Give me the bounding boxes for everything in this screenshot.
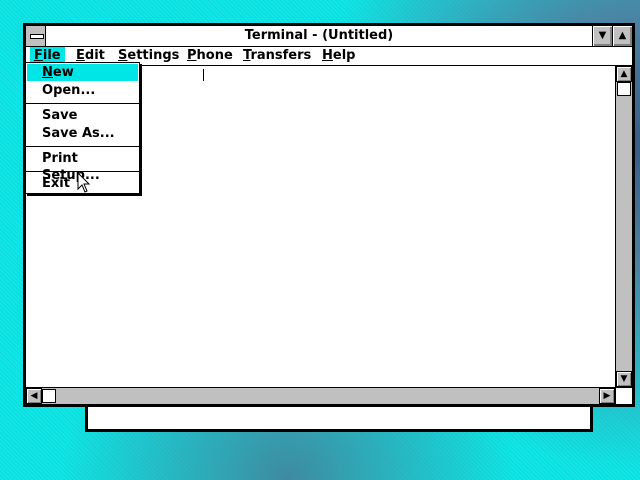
scroll-up-button[interactable]: ▲ (616, 66, 632, 82)
scrollbar-corner (615, 387, 632, 404)
vertical-scroll-thumb[interactable] (617, 82, 631, 96)
window-title: Terminal - (Untitled) (244, 28, 394, 43)
up-arrow-icon: ▲ (620, 69, 628, 79)
right-arrow-icon: ▶ (603, 391, 611, 401)
scroll-down-button[interactable]: ▼ (616, 371, 632, 387)
menu-separator (26, 103, 139, 104)
minimize-button[interactable]: ▼ (592, 26, 612, 46)
menu-phone[interactable]: Phone (183, 47, 237, 65)
scroll-right-button[interactable]: ▶ (599, 388, 615, 404)
left-arrow-icon: ◀ (30, 391, 38, 401)
down-arrow-icon: ▼ (620, 374, 628, 384)
minimize-icon: ▼ (598, 30, 607, 41)
file-menu-open[interactable]: Open... (27, 82, 138, 99)
file-menu-new[interactable]: New (27, 64, 138, 81)
title-bar[interactable]: Terminal - (Untitled) ▼ ▲ (26, 26, 632, 47)
horizontal-scroll-thumb[interactable] (42, 389, 56, 403)
menu-help[interactable]: Help (318, 47, 359, 65)
system-menu-icon (30, 34, 44, 39)
menu-separator (26, 146, 139, 147)
mouse-pointer-icon (77, 172, 91, 193)
horizontal-scrollbar[interactable]: ◀ ▶ (26, 387, 615, 404)
background-window[interactable] (85, 404, 593, 432)
file-menu-save[interactable]: Save (27, 107, 138, 124)
maximize-icon: ▲ (618, 30, 627, 41)
menu-transfers[interactable]: Transfers (239, 47, 315, 65)
file-menu-print-setup[interactable]: Print Setup... (27, 150, 138, 183)
system-menu-button[interactable] (26, 26, 46, 46)
text-caret (203, 69, 204, 81)
vertical-scrollbar[interactable]: ▲ ▼ (615, 66, 632, 387)
scroll-left-button[interactable]: ◀ (26, 388, 42, 404)
maximize-button[interactable]: ▲ (612, 26, 632, 46)
file-menu-save-as[interactable]: Save As... (27, 125, 138, 142)
